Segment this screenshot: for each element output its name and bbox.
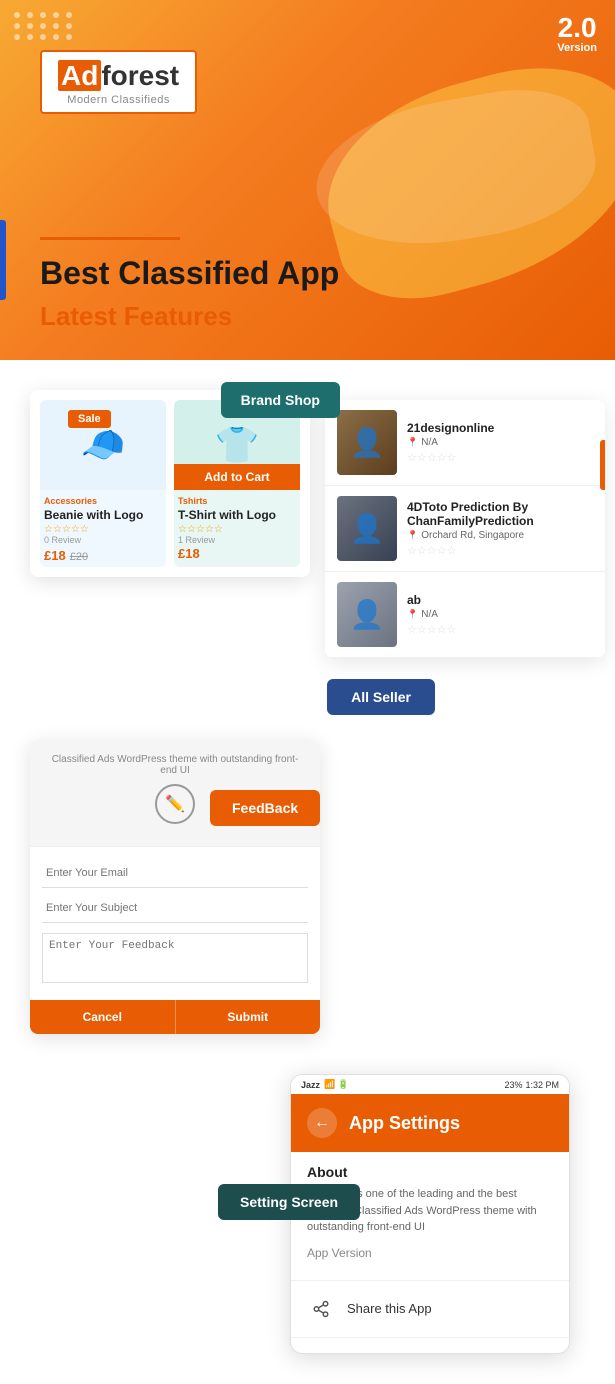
seller-avatar-2: 👤 (337, 496, 397, 561)
header-section: 2.0 Version Adforest Modern Classifieds … (0, 0, 615, 360)
version-badge: 2.0 Version (557, 14, 597, 54)
product-name-2: T-Shirt with Logo (178, 508, 296, 522)
location-icon-2: 📍 (407, 530, 418, 541)
time-display: 1:32 PM (525, 1080, 559, 1090)
submit-button[interactable]: Submit (175, 1000, 321, 1034)
seller-list: 👤 21designonline 📍 N/A ☆☆☆☆☆ 👤 (325, 400, 605, 658)
share-app-label: Share this App (347, 1301, 432, 1316)
cancel-button[interactable]: Cancel (30, 1000, 175, 1034)
add-to-cart-button[interactable]: Add to Cart (174, 464, 300, 490)
seller-item[interactable]: 👤 ab 📍 N/A ☆☆☆☆☆ (325, 572, 605, 658)
seller-avatar-3: 👤 (337, 582, 397, 647)
seller-avatar-1: 👤 (337, 410, 397, 475)
orange-accent-bar (600, 440, 605, 490)
logo-ad: Ad (58, 60, 101, 91)
form-body (30, 847, 320, 1000)
logo-tagline: Modern Classifieds (58, 94, 179, 106)
app-settings-header: ← App Settings (291, 1094, 569, 1152)
feedback-area: Classified Ads WordPress theme with outs… (0, 740, 615, 1034)
seller-stars-1: ☆☆☆☆☆ (407, 451, 593, 464)
header-divider (40, 237, 180, 240)
seller-location-2: 📍 Orchard Rd, Singapore (407, 530, 593, 541)
product-card-2[interactable]: 👕 Add to Cart Tshirts T-Shirt with Logo … (174, 400, 300, 567)
seller-name-1: 21designonline (407, 421, 593, 435)
carrier-icons: 📶 🔋 (324, 1079, 349, 1090)
seller-name-2: 4DToto Prediction By ChanFamilyPredictio… (407, 500, 593, 528)
seller-info-3: ab 📍 N/A ☆☆☆☆☆ (407, 593, 593, 636)
form-buttons: Cancel Submit (30, 1000, 320, 1034)
about-title: About (307, 1164, 553, 1180)
star-icon (307, 1352, 335, 1355)
app-store-rating-menu-item[interactable]: App Store Rating (291, 1337, 569, 1355)
feedback-badge: FeedBack (210, 790, 320, 826)
back-button[interactable]: ← (307, 1108, 337, 1138)
location-icon-1: 📍 (407, 437, 418, 448)
seller-stars-2: ☆☆☆☆☆ (407, 544, 593, 557)
left-accent-bar (0, 220, 6, 300)
features-section: Sale Brand Shop 🧢 Accessories Beanie wit… (0, 360, 615, 1384)
location-icon-3: 📍 (407, 609, 418, 620)
product-stars-2: ☆☆☆☆☆ (178, 524, 296, 535)
app-settings-title: App Settings (349, 1113, 460, 1134)
sale-badge: Sale (68, 410, 111, 428)
battery-percent: 23% (504, 1080, 522, 1090)
edit-icon: ✏️ (155, 784, 195, 824)
decorative-dots (14, 12, 74, 40)
product-stars-1: ☆☆☆☆☆ (44, 524, 162, 535)
logo-text: Adforest (58, 60, 179, 92)
product-reviews-1: 0 Review (44, 535, 162, 545)
seller-location-3: 📍 N/A (407, 609, 593, 620)
seller-info-2: 4DToto Prediction By ChanFamilyPredictio… (407, 500, 593, 557)
product-reviews-2: 1 Review (178, 535, 296, 545)
phone-status-bar: Jazz 📶 🔋 23% 1:32 PM (291, 1075, 569, 1094)
seller-item[interactable]: 👤 21designonline 📍 N/A ☆☆☆☆☆ (325, 400, 605, 486)
carrier-label: Jazz (301, 1080, 320, 1090)
product-category-2: Tshirts (178, 496, 296, 506)
email-field[interactable] (42, 859, 308, 888)
brand-shop-badge: Brand Shop (221, 382, 340, 418)
shop-cards-area: Sale Brand Shop 🧢 Accessories Beanie wit… (0, 380, 615, 680)
seller-stars-3: ☆☆☆☆☆ (407, 623, 593, 636)
product-cards-container: Sale Brand Shop 🧢 Accessories Beanie wit… (30, 390, 310, 577)
product-price-1: £18 (44, 548, 66, 563)
header-title: Best Classified App (40, 255, 339, 292)
app-version-label: App Version (307, 1246, 553, 1260)
header-subtitle: Latest Features (40, 301, 232, 332)
subject-field[interactable] (42, 894, 308, 923)
seller-location-1: 📍 N/A (407, 437, 593, 448)
product-old-price-1: £20 (70, 551, 88, 563)
product-category-1: Accessories (44, 496, 162, 506)
setting-screen-badge: Setting Screen (218, 1184, 360, 1220)
seller-item[interactable]: 👤 4DToto Prediction By ChanFamilyPredict… (325, 486, 605, 572)
product-name-1: Beanie with Logo (44, 508, 162, 522)
share-icon (307, 1295, 335, 1323)
seller-info-1: 21designonline 📍 N/A ☆☆☆☆☆ (407, 421, 593, 464)
status-left: Jazz 📶 🔋 (301, 1079, 349, 1090)
logo-container: Adforest Modern Classifieds (40, 50, 197, 114)
share-app-menu-item[interactable]: Share this App (291, 1280, 569, 1337)
product-price-2: £18 (178, 546, 200, 561)
form-header-text: Classified Ads WordPress theme with outs… (44, 754, 306, 776)
settings-area: Setting Screen Jazz 📶 🔋 23% 1:32 PM ← Ap… (0, 1074, 615, 1354)
seller-name-3: ab (407, 593, 593, 607)
feedback-form-card: Classified Ads WordPress theme with outs… (30, 740, 320, 1034)
status-right: 23% 1:32 PM (504, 1080, 559, 1090)
all-seller-badge[interactable]: All Seller (327, 679, 435, 715)
feedback-textarea[interactable] (42, 933, 308, 983)
logo-forest: forest (101, 60, 179, 91)
